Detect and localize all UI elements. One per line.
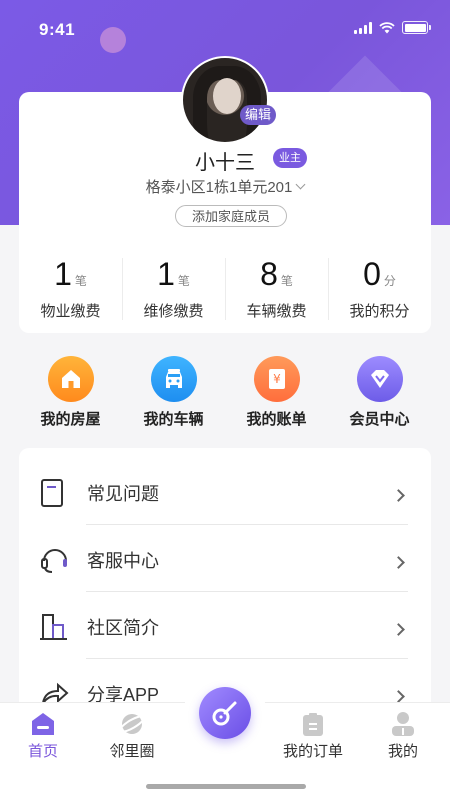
address-selector[interactable]: 格泰小区1栋1单元201 — [0, 176, 450, 197]
address-text: 格泰小区1栋1单元201 — [145, 179, 293, 196]
menu-item-community-intro[interactable]: 社区简介 — [19, 592, 431, 659]
guitar-icon — [212, 701, 237, 726]
stat-unit: 分 — [383, 274, 396, 288]
building-icon — [40, 614, 67, 640]
person-icon — [390, 711, 416, 737]
tab-label: 我的订单 — [282, 743, 343, 760]
avatar[interactable] — [181, 56, 269, 144]
home-indicator — [146, 784, 306, 789]
status-icons — [354, 21, 431, 34]
quick-member-center[interactable]: 会员中心 — [328, 356, 431, 436]
quick-my-bill[interactable]: ¥ 我的账单 — [225, 356, 328, 436]
menu-item-label: 社区简介 — [87, 618, 159, 638]
tab-home[interactable]: 首页 — [3, 711, 83, 761]
menu-item-faq[interactable]: 常见问题 — [19, 458, 431, 525]
order-icon — [300, 711, 326, 737]
stat-unit: 笔 — [177, 274, 190, 288]
center-action-button[interactable] — [199, 687, 251, 739]
stat-unit: 笔 — [280, 274, 293, 288]
quick-my-car[interactable]: 我的车辆 — [122, 356, 225, 436]
stat-label: 维修缴费 — [143, 303, 204, 320]
chevron-right-icon — [392, 556, 405, 569]
wifi-icon — [379, 21, 395, 33]
menu-item-customer-service[interactable]: 客服中心 — [19, 525, 431, 592]
planet-icon — [118, 711, 146, 737]
quick-action-label: 会员中心 — [349, 411, 410, 428]
stat-label: 我的积分 — [349, 303, 410, 320]
quick-actions: 我的房屋 我的车辆 ¥ 我的账单 会员中心 — [19, 356, 431, 436]
car-icon — [150, 356, 197, 402]
stat-value: 1 — [157, 256, 175, 292]
battery-icon — [402, 21, 431, 34]
user-name: 小十三 — [0, 146, 450, 175]
stat-property-fee[interactable]: 1笔 物业缴费 — [19, 256, 122, 326]
stat-label: 物业缴费 — [40, 303, 101, 320]
stat-unit: 笔 — [74, 274, 87, 288]
avatar-face — [213, 78, 241, 114]
chevron-down-icon — [295, 179, 306, 190]
home-tab-icon — [30, 711, 56, 737]
tab-label: 我的 — [387, 743, 418, 760]
tab-label: 邻里圈 — [109, 743, 155, 760]
menu-item-label: 常见问题 — [87, 484, 159, 504]
owner-badge: 业主 — [273, 148, 307, 168]
stat-value: 1 — [54, 256, 72, 292]
bill-icon: ¥ — [253, 356, 300, 402]
edit-avatar-button[interactable]: 编辑 — [240, 105, 277, 125]
stat-value: 8 — [260, 256, 278, 292]
stat-vehicle-fee[interactable]: 8笔 车辆缴费 — [225, 256, 328, 326]
stat-repair-fee[interactable]: 1笔 维修缴费 — [122, 256, 225, 326]
stat-label: 车辆缴费 — [246, 303, 307, 320]
headset-icon — [41, 549, 67, 573]
chevron-right-icon — [392, 623, 405, 636]
tab-neighborhood[interactable]: 邻里圈 — [92, 711, 172, 761]
add-family-member-button[interactable]: 添加家庭成员 — [175, 205, 287, 227]
chevron-right-icon — [392, 489, 405, 502]
cellular-signal-icon — [354, 21, 372, 34]
vip-diamond-icon — [356, 356, 403, 402]
status-time: 9:41 — [39, 20, 76, 39]
stat-value: 0 — [363, 256, 381, 292]
tab-my-orders[interactable]: 我的订单 — [273, 711, 353, 761]
user-name-text: 小十三 — [195, 152, 255, 174]
stats-row: 1笔 物业缴费 1笔 维修缴费 8笔 车辆缴费 0分 我的积分 — [19, 256, 431, 326]
stat-points[interactable]: 0分 我的积分 — [328, 256, 431, 326]
quick-action-label: 我的房屋 — [40, 411, 101, 428]
tab-me[interactable]: 我的 — [363, 711, 443, 761]
document-icon — [41, 479, 63, 507]
quick-my-house[interactable]: 我的房屋 — [19, 356, 122, 436]
status-bar: 9:41 — [0, 0, 450, 56]
quick-action-label: 我的账单 — [246, 411, 307, 428]
chevron-right-icon — [392, 690, 405, 703]
svg-text:¥: ¥ — [273, 372, 281, 386]
house-icon — [47, 356, 94, 402]
menu-item-label: 客服中心 — [87, 551, 159, 571]
tab-label: 首页 — [27, 743, 58, 760]
quick-action-label: 我的车辆 — [143, 411, 204, 428]
